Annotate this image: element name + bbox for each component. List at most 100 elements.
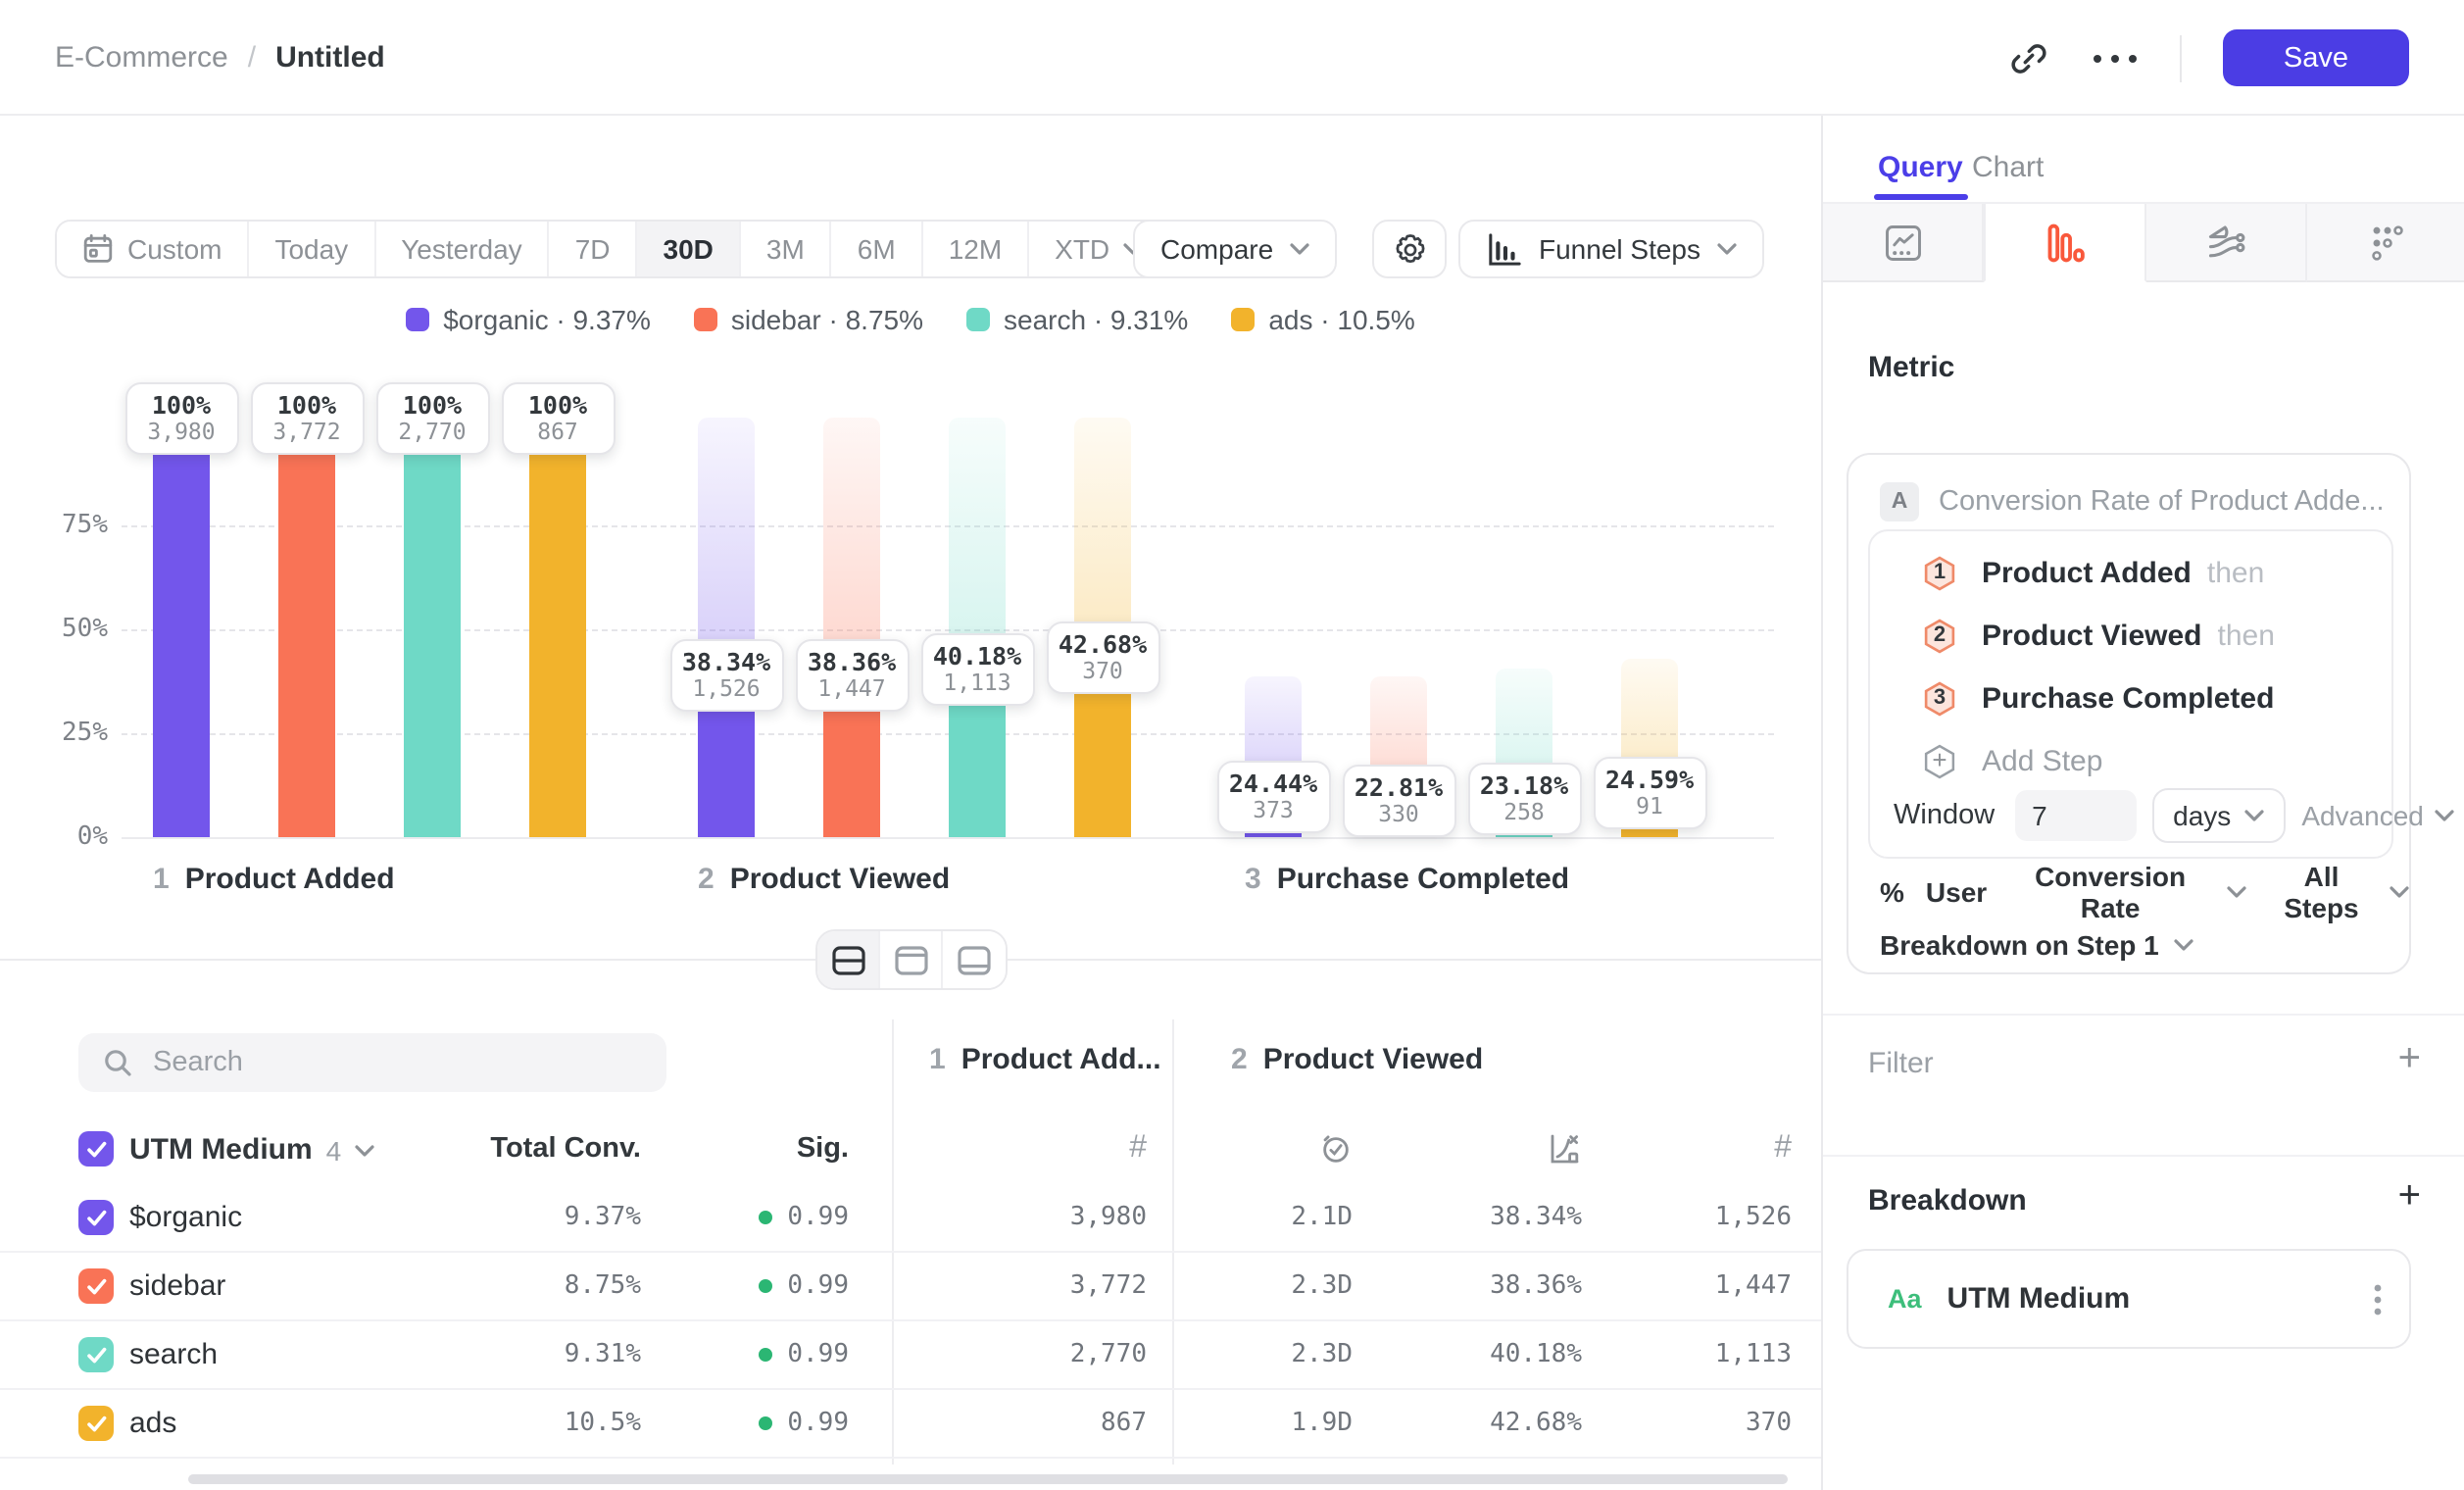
filter-heading: Filter <box>1868 1047 1934 1080</box>
window-unit-selector[interactable]: days <box>2151 788 2286 843</box>
advanced-button[interactable]: Advanced <box>2301 800 2455 831</box>
chart-baseline <box>122 837 1774 839</box>
bar-count-value: 330 <box>1378 802 1419 827</box>
breakdown-item[interactable]: Aa UTM Medium <box>1847 1249 2411 1349</box>
bar-pct-value: 40.18% <box>933 642 1021 670</box>
bar-label-card: 24.44%373 <box>1216 762 1330 834</box>
save-button[interactable]: Save <box>2223 29 2409 86</box>
funnel-bar[interactable] <box>278 418 335 837</box>
breadcrumb: E-Commerce / Untitled <box>55 0 385 116</box>
chart-step-label[interactable]: 3 Purchase Completed <box>1245 863 1569 896</box>
tab-grid-chart[interactable] <box>2307 204 2464 282</box>
view-chart-only-button[interactable] <box>880 931 943 988</box>
query-step-row[interactable]: 2Product Viewedthen <box>1921 616 2275 655</box>
row-checkbox[interactable] <box>78 1406 114 1441</box>
measure-entity[interactable]: User <box>1926 876 1987 908</box>
time-column-icon[interactable] <box>1319 1132 1353 1166</box>
chart-step-label[interactable]: 1Product Added <box>153 863 395 896</box>
breakdown-on-step-selector[interactable]: Breakdown on Step 1 <box>1880 929 2194 961</box>
query-step-suffix: then <box>2218 619 2275 652</box>
sig-cell: 0.99 <box>758 1340 849 1369</box>
bar-pct-value: 100% <box>152 391 211 419</box>
bar-count-value: 1,526 <box>692 677 760 703</box>
funnel-steps-card: Window days Advanced 1Product Addedthen2… <box>1868 529 2393 859</box>
funnel-bar[interactable] <box>153 418 210 837</box>
query-step-row[interactable]: 3Purchase Completed <box>1921 678 2274 718</box>
horizontal-scrollbar[interactable] <box>188 1474 1788 1484</box>
count-column-icon[interactable]: # <box>1129 1131 1147 1167</box>
table-row[interactable]: sidebar8.75%0.993,7722.3D38.36%1,447 <box>0 1253 1821 1321</box>
total-conv-value: 10.5% <box>565 1409 641 1438</box>
bar-label-card: 24.59%91 <box>1593 757 1706 829</box>
count-column-icon[interactable]: # <box>1774 1131 1792 1167</box>
bar-label-card: 42.68%370 <box>1046 621 1159 694</box>
chevron-down-icon <box>355 1144 374 1156</box>
row-checkbox[interactable] <box>78 1200 114 1235</box>
chevron-down-icon <box>2226 886 2245 898</box>
row-checkbox[interactable] <box>78 1268 114 1304</box>
more-options-button[interactable] <box>2092 52 2139 64</box>
measure-scope-selector[interactable]: All Steps <box>2267 861 2409 923</box>
bar-label-card: 38.36%1,447 <box>795 640 909 713</box>
step-hexagon-number: 3 <box>1934 686 1946 710</box>
toolbar-divider <box>2180 34 2182 81</box>
tab-funnel-chart[interactable] <box>1984 204 2146 282</box>
query-step-label: Product Added <box>1982 556 2192 589</box>
window-value-input[interactable] <box>2014 790 2136 841</box>
table-header-row: UTM Medium 4 Total Conv. Sig. # # <box>0 1118 1821 1180</box>
app-window: E-Commerce / Untitled Save Cus <box>0 0 2464 1490</box>
bar-label-card: 100%867 <box>501 381 615 454</box>
chevron-down-icon <box>2175 939 2194 951</box>
step1-count: 3,980 <box>1070 1203 1147 1232</box>
step1-count: 867 <box>1101 1409 1147 1438</box>
tab-query[interactable]: Query <box>1878 151 1963 184</box>
y-axis-tick: 25% <box>29 719 108 748</box>
step2-pct: 42.68% <box>1490 1409 1582 1438</box>
bar-label-card: 100%2,770 <box>375 381 489 454</box>
measure-metric-selector[interactable]: Conversion Rate <box>2008 861 2245 923</box>
add-step-hexagon-icon: + <box>1921 742 1958 779</box>
link-icon <box>2007 36 2050 79</box>
window-label: Window <box>1894 800 1995 831</box>
conversion-column-icon[interactable] <box>1547 1131 1582 1167</box>
total-conv-header[interactable]: Total Conv. <box>490 1133 641 1165</box>
tab-flow-chart[interactable] <box>2146 204 2307 282</box>
sig-value: 0.99 <box>787 1409 849 1438</box>
row-checkbox[interactable] <box>78 1337 114 1372</box>
breadcrumb-section[interactable]: E-Commerce <box>55 41 228 74</box>
table-search[interactable] <box>78 1033 666 1092</box>
select-all-checkbox[interactable] <box>78 1131 114 1167</box>
view-table-only-button[interactable] <box>943 931 1006 988</box>
table-row[interactable]: search9.31%0.992,7702.3D40.18%1,113 <box>0 1321 1821 1390</box>
breadcrumb-title[interactable]: Untitled <box>275 41 385 74</box>
funnel-bar[interactable] <box>529 418 586 837</box>
sig-header[interactable]: Sig. <box>797 1133 849 1165</box>
view-split-button[interactable] <box>817 931 880 988</box>
step-name: Purchase Completed <box>1277 863 1569 896</box>
chevron-down-icon <box>2390 886 2409 898</box>
measure-prefix[interactable]: % <box>1880 876 1904 908</box>
table-row[interactable]: $organic9.37%0.993,9802.1D38.34%1,526 <box>0 1184 1821 1253</box>
metric-title-row[interactable]: A Conversion Rate of Product Adde... <box>1880 482 2385 522</box>
step-number: 3 <box>1245 863 1261 896</box>
tab-line-chart[interactable] <box>1823 204 1984 282</box>
add-filter-button[interactable]: + <box>2398 1041 2421 1076</box>
add-step-button[interactable]: +Add Step <box>1921 741 2102 780</box>
y-axis-tick: 0% <box>29 822 108 852</box>
chart-step-label[interactable]: 2Product Viewed <box>698 863 950 896</box>
row-name: $organic <box>129 1201 242 1234</box>
add-breakdown-button[interactable]: + <box>2398 1178 2421 1214</box>
group-column-header[interactable]: UTM Medium 4 <box>129 1133 374 1167</box>
search-input[interactable] <box>153 1047 584 1078</box>
query-step-row[interactable]: 1Product Addedthen <box>1921 553 2264 592</box>
share-link-button[interactable] <box>2007 36 2050 79</box>
kebab-menu-icon[interactable] <box>2374 1283 2382 1315</box>
bar-count-value: 3,772 <box>272 419 340 444</box>
step2-time: 2.1D <box>1291 1203 1353 1232</box>
bar-count-value: 373 <box>1253 799 1294 824</box>
table-row[interactable]: ads10.5%0.998671.9D42.68%370 <box>0 1390 1821 1459</box>
plus-icon: + <box>1932 745 1947 774</box>
funnel-bar[interactable] <box>404 418 461 837</box>
total-conv-value: 9.31% <box>565 1340 641 1369</box>
tab-chart[interactable]: Chart <box>1972 151 2044 184</box>
